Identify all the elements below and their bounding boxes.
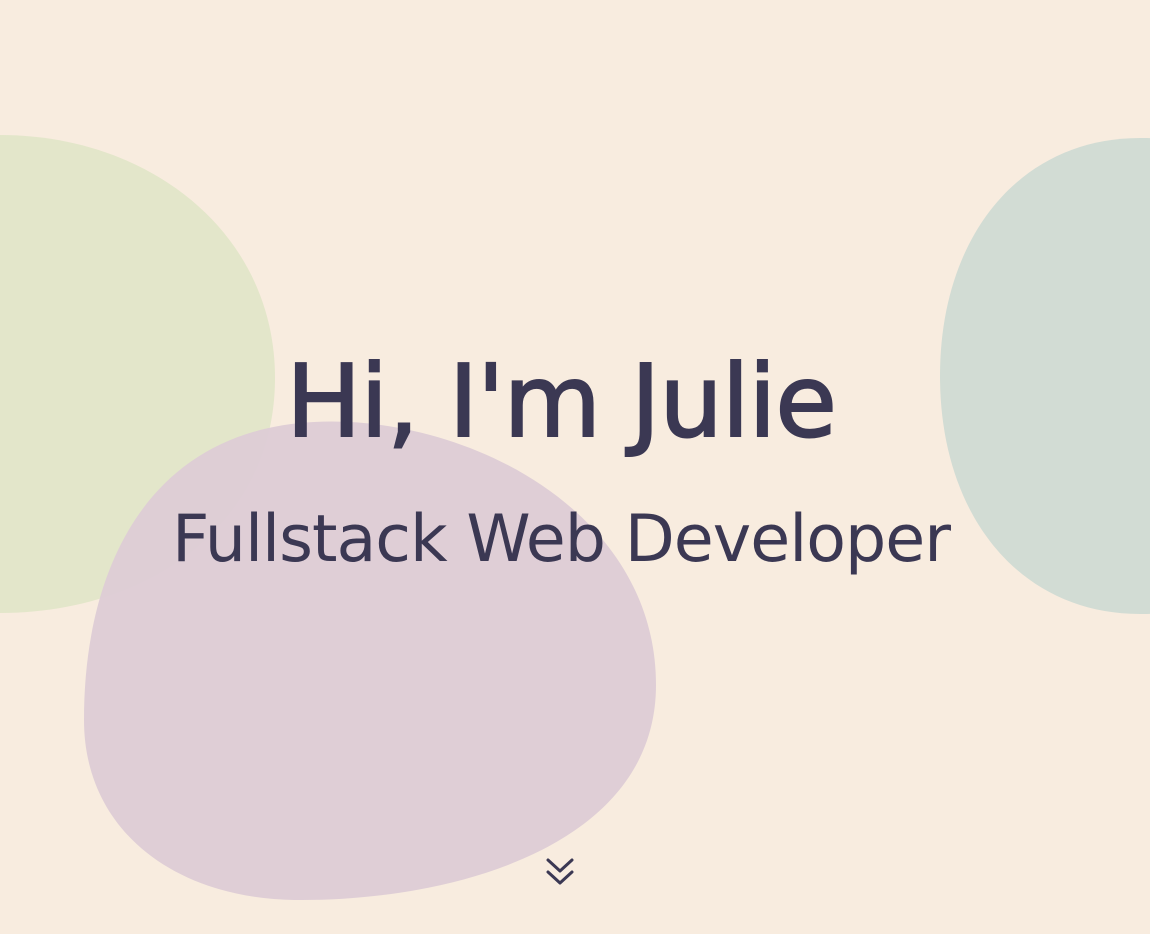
lilac-blob-decoration [84, 421, 656, 901]
double-chevron-down-icon[interactable] [544, 856, 576, 890]
hero-section: Hi, I'm Julie Fullstack Web Developer [0, 0, 1150, 934]
hero-headline: Hi, I'm Julie [285, 342, 838, 461]
hero-subtitle: Fullstack Web Developer [171, 502, 951, 577]
